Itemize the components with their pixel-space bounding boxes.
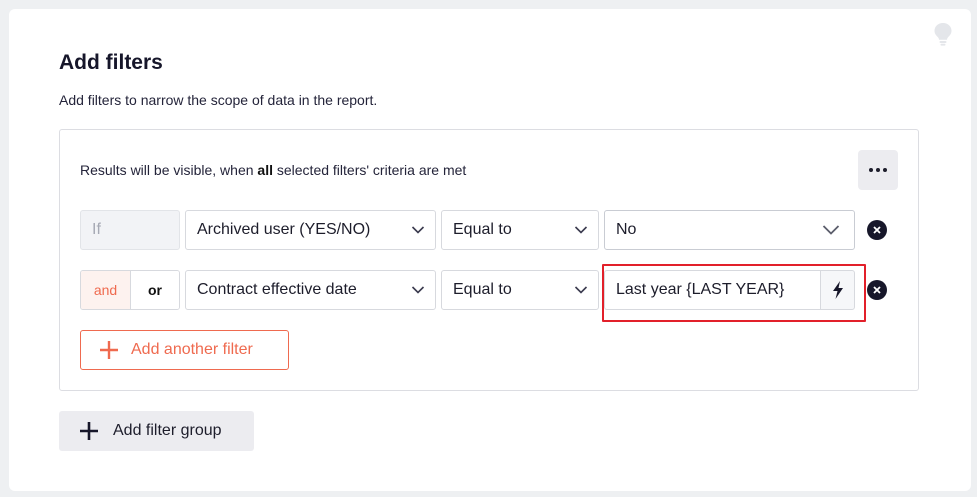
chevron-down-icon (411, 286, 425, 294)
criteria-emphasis: all (257, 162, 273, 178)
field-select-value: Contract effective date (197, 281, 357, 298)
criteria-suffix: selected filters' criteria are met (272, 162, 467, 178)
chevron-down-icon (411, 226, 425, 234)
lightning-icon (832, 281, 843, 299)
field-select-row-2[interactable]: Contract effective date (185, 270, 436, 310)
page-subtitle: Add filters to narrow the scope of data … (59, 92, 378, 108)
field-select-row-1[interactable]: Archived user (YES/NO) (185, 210, 436, 250)
add-another-filter-button[interactable]: Add another filter (80, 330, 289, 370)
close-icon (873, 226, 881, 234)
page-title: Add filters (59, 51, 163, 74)
dynamic-value-text: Last year {LAST YEAR} (616, 281, 785, 298)
chevron-down-icon (822, 225, 840, 235)
value-select-row-1[interactable]: No (604, 210, 855, 250)
ellipsis-icon (869, 168, 887, 172)
operator-select-row-1[interactable]: Equal to (441, 210, 599, 250)
chevron-down-icon (574, 226, 588, 234)
operator-select-value: Equal to (453, 281, 512, 298)
chevron-down-icon (574, 286, 588, 294)
dynamic-value-button[interactable] (820, 270, 855, 310)
criteria-prefix: Results will be visible, when (80, 162, 258, 178)
plus-icon (80, 422, 98, 440)
operator-select-value: Equal to (453, 221, 512, 238)
remove-filter-button-row-2[interactable] (867, 280, 887, 300)
add-group-label: Add filter group (113, 422, 222, 439)
if-connector: If (80, 210, 180, 250)
field-select-value: Archived user (YES/NO) (197, 221, 371, 238)
plus-icon (100, 341, 118, 359)
criteria-text: Results will be visible, when all select… (80, 162, 466, 178)
more-options-button[interactable] (858, 150, 898, 190)
remove-filter-button-row-1[interactable] (867, 220, 887, 240)
close-icon (873, 286, 881, 294)
dynamic-value-input[interactable]: Last year {LAST YEAR} (604, 270, 821, 310)
lightbulb-icon[interactable] (933, 22, 953, 46)
operator-select-row-2[interactable]: Equal to (441, 270, 599, 310)
and-option[interactable]: and (81, 271, 131, 309)
or-option[interactable]: or (131, 271, 179, 309)
and-or-toggle: and or (80, 270, 180, 310)
value-select-value: No (616, 221, 637, 238)
add-filter-group-button[interactable]: Add filter group (59, 411, 254, 451)
add-filter-label: Add another filter (131, 341, 253, 358)
